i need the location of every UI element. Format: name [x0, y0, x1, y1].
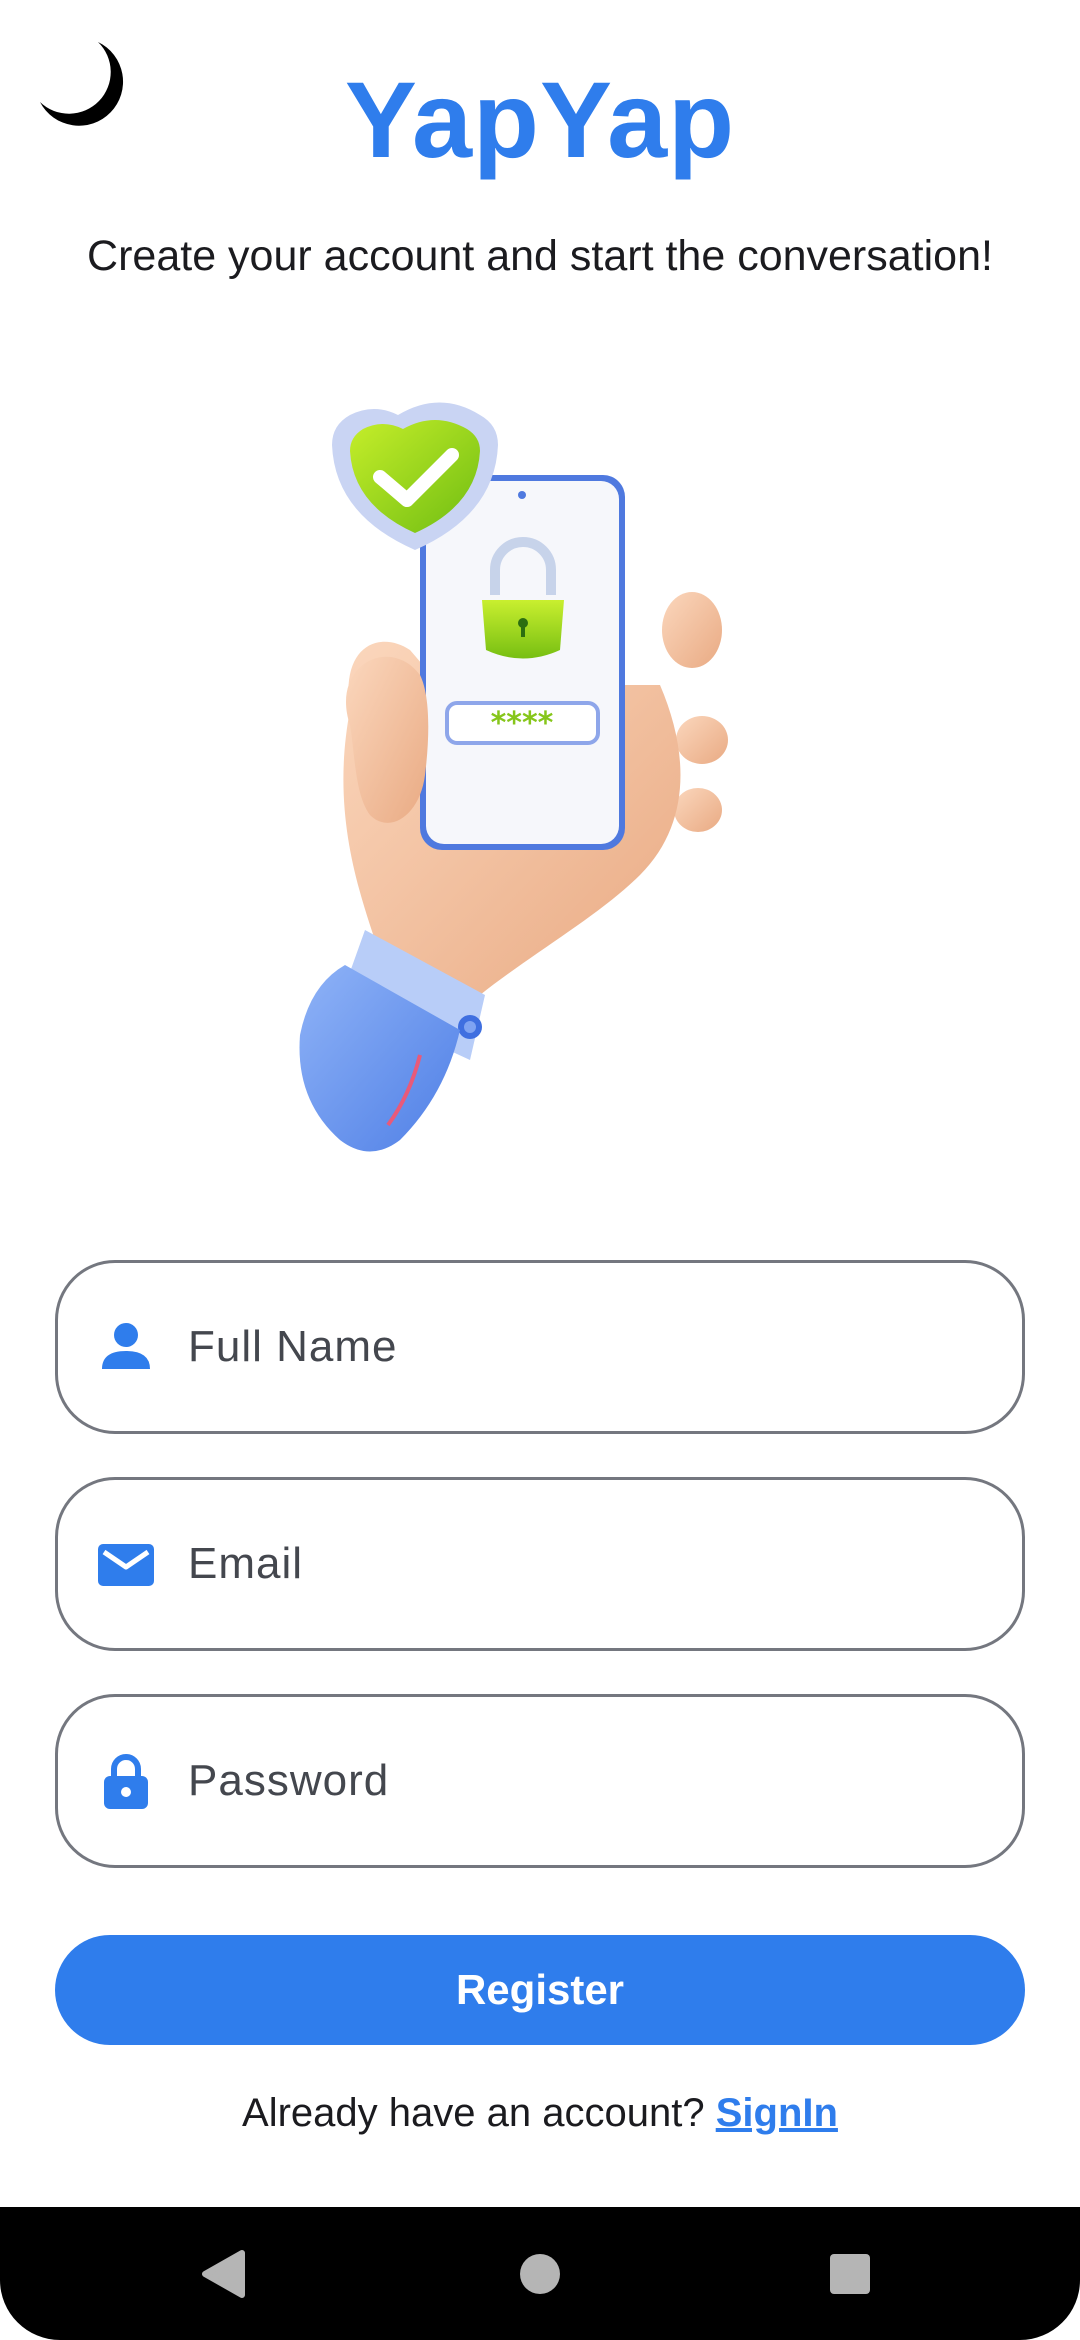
recents-square-icon[interactable] [805, 2229, 895, 2319]
register-button[interactable]: Register [55, 1935, 1025, 2045]
back-triangle-icon[interactable] [180, 2229, 270, 2319]
full-name-field[interactable] [55, 1260, 1025, 1434]
full-name-input[interactable] [188, 1263, 982, 1431]
email-field[interactable] [55, 1477, 1025, 1651]
register-screen: YapYap Create your account and start the… [0, 0, 1080, 2340]
signin-prompt: Already have an account? SignIn [0, 2085, 1080, 2141]
email-input[interactable] [188, 1480, 982, 1648]
app-title: YapYap [344, 59, 736, 180]
lock-icon [96, 1751, 156, 1811]
person-icon [96, 1317, 156, 1377]
hand-holding-phone-lock-illustration: **** [270, 395, 750, 1155]
password-field[interactable] [55, 1694, 1025, 1868]
mail-icon [96, 1534, 156, 1594]
system-navigation-bar [0, 2207, 1080, 2340]
signin-link[interactable]: SignIn [716, 2091, 838, 2135]
password-input[interactable] [188, 1697, 982, 1865]
signin-prompt-text: Already have an account? [242, 2091, 705, 2135]
subtitle: Create your account and start the conver… [87, 232, 993, 280]
home-circle-icon[interactable] [495, 2229, 585, 2319]
illustration-password-mask: **** [491, 706, 554, 741]
